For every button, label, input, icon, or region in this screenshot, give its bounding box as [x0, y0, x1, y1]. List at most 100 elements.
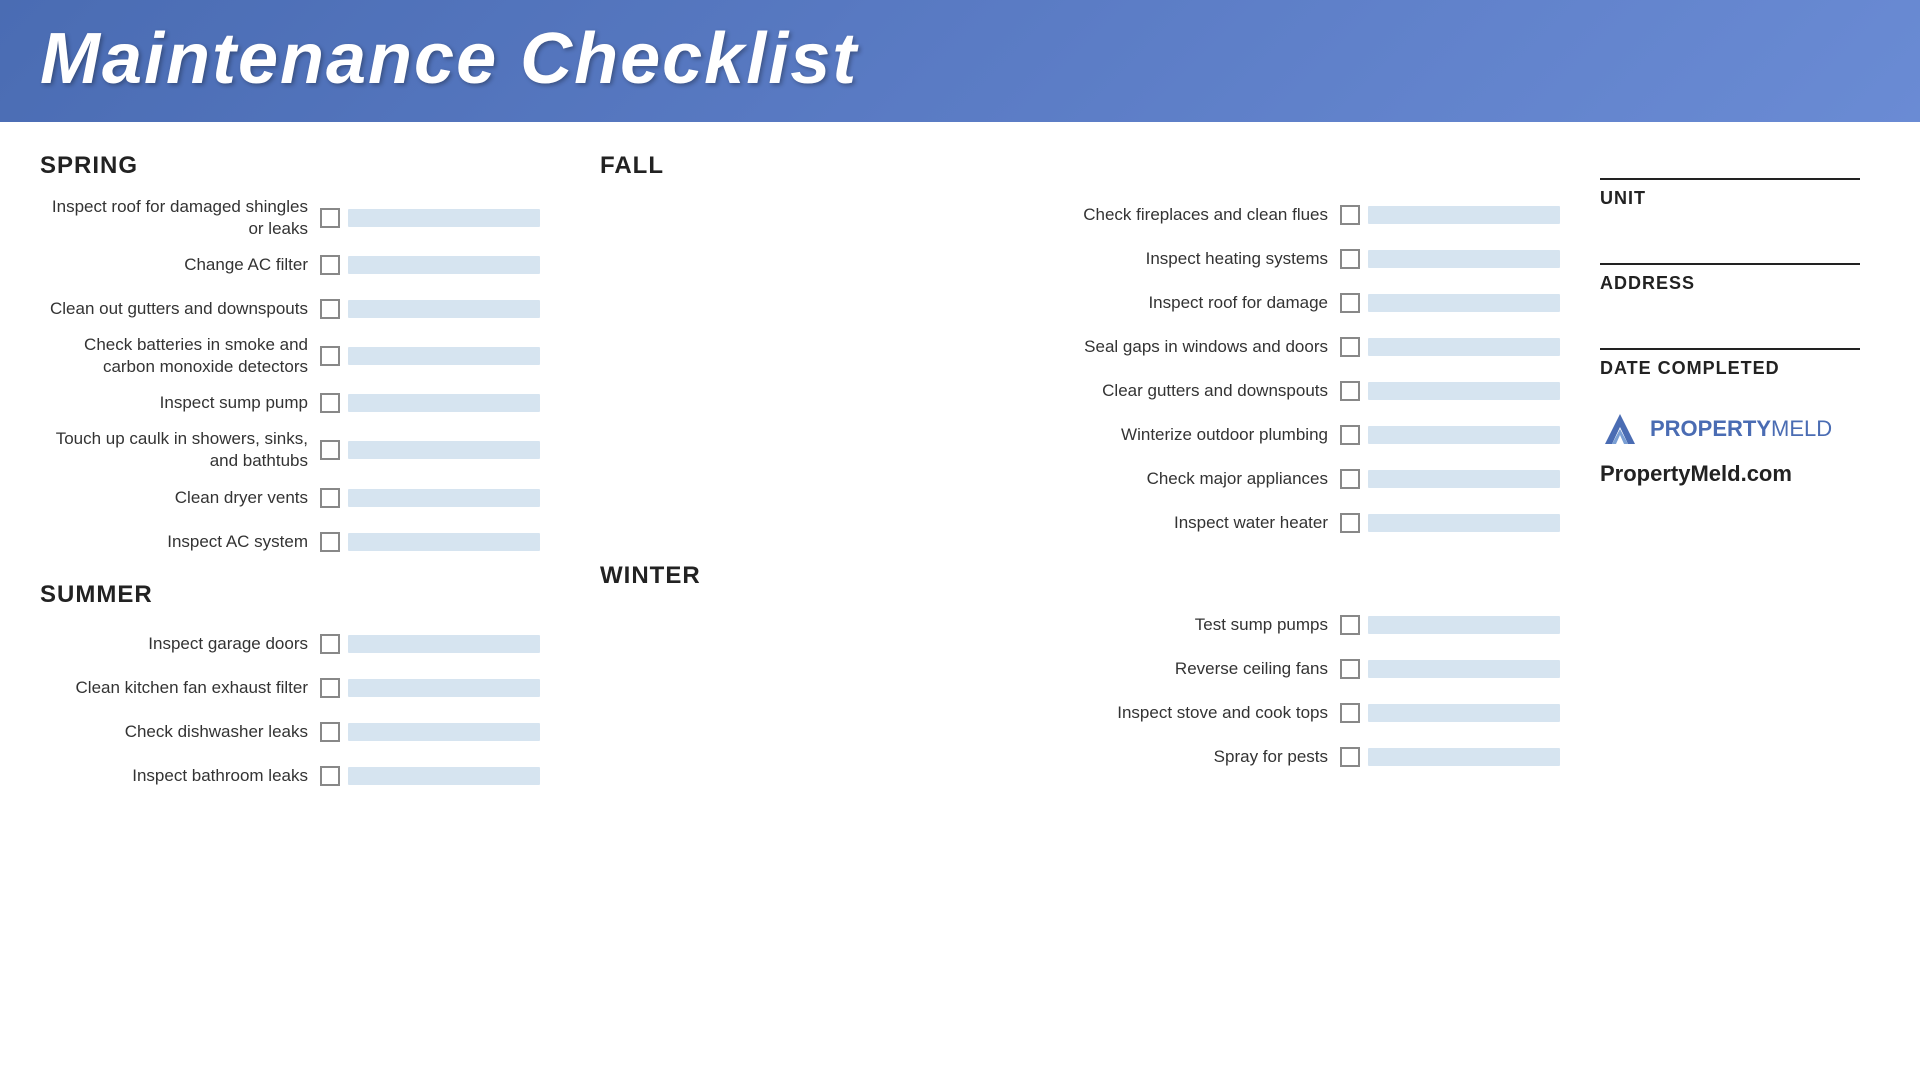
checkbox-line — [1368, 470, 1560, 488]
winter-section: WINTER Test sump pumps Reverse ceiling f… — [600, 562, 1560, 776]
checkbox[interactable] — [320, 678, 340, 698]
checkbox-line — [348, 489, 540, 507]
item-label: Clean out gutters and downspouts — [40, 298, 320, 320]
list-item: Inspect garage doors — [40, 625, 540, 663]
checkbox-line — [1368, 250, 1560, 268]
checkbox[interactable] — [320, 299, 340, 319]
checkbox[interactable] — [320, 488, 340, 508]
checkbox[interactable] — [320, 346, 340, 366]
item-label: Inspect heating systems — [600, 248, 1340, 270]
address-field-group: ADDRESS — [1600, 237, 1880, 294]
middle-column: FALL Check fireplaces and clean flues In… — [540, 152, 1560, 815]
summer-section: SUMMER Inspect garage doors Clean kitche… — [40, 581, 540, 795]
checkbox-line — [348, 679, 540, 697]
winter-title: WINTER — [600, 562, 1560, 590]
list-item: Inspect roof for damage — [600, 284, 1560, 322]
item-label: Inspect garage doors — [40, 633, 320, 655]
checkbox[interactable] — [1340, 425, 1360, 445]
item-label: Clean dryer vents — [40, 487, 320, 509]
checkbox[interactable] — [320, 766, 340, 786]
fall-title: FALL — [600, 152, 1560, 180]
unit-input-line[interactable] — [1600, 152, 1860, 180]
date-field-group: DATE COMPLETED — [1600, 322, 1880, 379]
list-item: Clean kitchen fan exhaust filter — [40, 669, 540, 707]
date-input-line[interactable] — [1600, 322, 1860, 350]
list-item: Inspect AC system — [40, 523, 540, 561]
checkbox[interactable] — [1340, 659, 1360, 679]
item-label: Change AC filter — [40, 254, 320, 276]
checkbox-line — [1368, 660, 1560, 678]
checkbox[interactable] — [1340, 703, 1360, 723]
checkbox-line — [348, 256, 540, 274]
list-item: Inspect heating systems — [600, 240, 1560, 278]
list-item: Clear gutters and downspouts — [600, 372, 1560, 410]
checkbox[interactable] — [1340, 337, 1360, 357]
item-label: Touch up caulk in showers, sinks, and ba… — [40, 428, 320, 472]
checkbox-line — [348, 209, 540, 227]
checkbox-line — [348, 441, 540, 459]
list-item: Inspect bathroom leaks — [40, 757, 540, 795]
checkbox-line — [1368, 616, 1560, 634]
summer-title: SUMMER — [40, 581, 540, 609]
checkbox[interactable] — [1340, 293, 1360, 313]
logo-meld: MELD — [1771, 416, 1832, 441]
list-item: Inspect stove and cook tops — [600, 694, 1560, 732]
propertymeld-logo-icon — [1600, 409, 1640, 449]
unit-label: UNIT — [1600, 188, 1880, 209]
checkbox[interactable] — [1340, 747, 1360, 767]
checkbox[interactable] — [1340, 469, 1360, 489]
checkbox[interactable] — [1340, 513, 1360, 533]
checkbox-line — [1368, 704, 1560, 722]
checkbox[interactable] — [320, 255, 340, 275]
checkbox-line — [1368, 206, 1560, 224]
list-item: Reverse ceiling fans — [600, 650, 1560, 688]
list-item: Touch up caulk in showers, sinks, and ba… — [40, 428, 540, 472]
list-item: Test sump pumps — [600, 606, 1560, 644]
spring-title: SPRING — [40, 152, 540, 180]
checkbox-line — [1368, 338, 1560, 356]
unit-field-group: UNIT — [1600, 152, 1880, 209]
list-item: Inspect sump pump — [40, 384, 540, 422]
item-label: Inspect water heater — [600, 512, 1340, 534]
item-label: Check fireplaces and clean flues — [600, 204, 1340, 226]
item-label: Inspect bathroom leaks — [40, 765, 320, 787]
checkbox[interactable] — [1340, 205, 1360, 225]
checkbox-line — [1368, 748, 1560, 766]
left-column: SPRING Inspect roof for damaged shingles… — [40, 152, 540, 815]
checkbox-line — [348, 723, 540, 741]
item-label: Inspect roof for damage — [600, 292, 1340, 314]
checkbox-line — [348, 533, 540, 551]
logo-area: PROPERTYMELD — [1600, 409, 1880, 449]
checkbox[interactable] — [320, 440, 340, 460]
item-label: Check dishwasher leaks — [40, 721, 320, 743]
checkbox[interactable] — [320, 393, 340, 413]
checkbox[interactable] — [1340, 249, 1360, 269]
checkbox[interactable] — [320, 634, 340, 654]
item-label: Clean kitchen fan exhaust filter — [40, 677, 320, 699]
item-label: Reverse ceiling fans — [600, 658, 1340, 680]
item-label: Inspect stove and cook tops — [600, 702, 1340, 724]
address-input-line[interactable] — [1600, 237, 1860, 265]
checkbox[interactable] — [1340, 615, 1360, 635]
list-item: Inspect water heater — [600, 504, 1560, 542]
checkbox-line — [1368, 514, 1560, 532]
page-title: Maintenance Checklist — [40, 18, 1880, 100]
checkbox-line — [348, 767, 540, 785]
checkbox[interactable] — [320, 532, 340, 552]
address-label: ADDRESS — [1600, 273, 1880, 294]
item-label: Test sump pumps — [600, 614, 1340, 636]
list-item: Spray for pests — [600, 738, 1560, 776]
item-label: Inspect roof for damaged shingles or lea… — [40, 196, 320, 240]
header: Maintenance Checklist — [0, 0, 1920, 122]
website-url: PropertyMeld.com — [1600, 461, 1880, 487]
list-item: Inspect roof for damaged shingles or lea… — [40, 196, 540, 240]
fall-section: FALL Check fireplaces and clean flues In… — [600, 152, 1560, 542]
item-label: Inspect AC system — [40, 531, 320, 553]
list-item: Clean dryer vents — [40, 479, 540, 517]
checkbox[interactable] — [320, 208, 340, 228]
checkbox[interactable] — [1340, 381, 1360, 401]
checkbox-line — [1368, 294, 1560, 312]
list-item: Clean out gutters and downspouts — [40, 290, 540, 328]
item-label: Clear gutters and downspouts — [600, 380, 1340, 402]
checkbox[interactable] — [320, 722, 340, 742]
